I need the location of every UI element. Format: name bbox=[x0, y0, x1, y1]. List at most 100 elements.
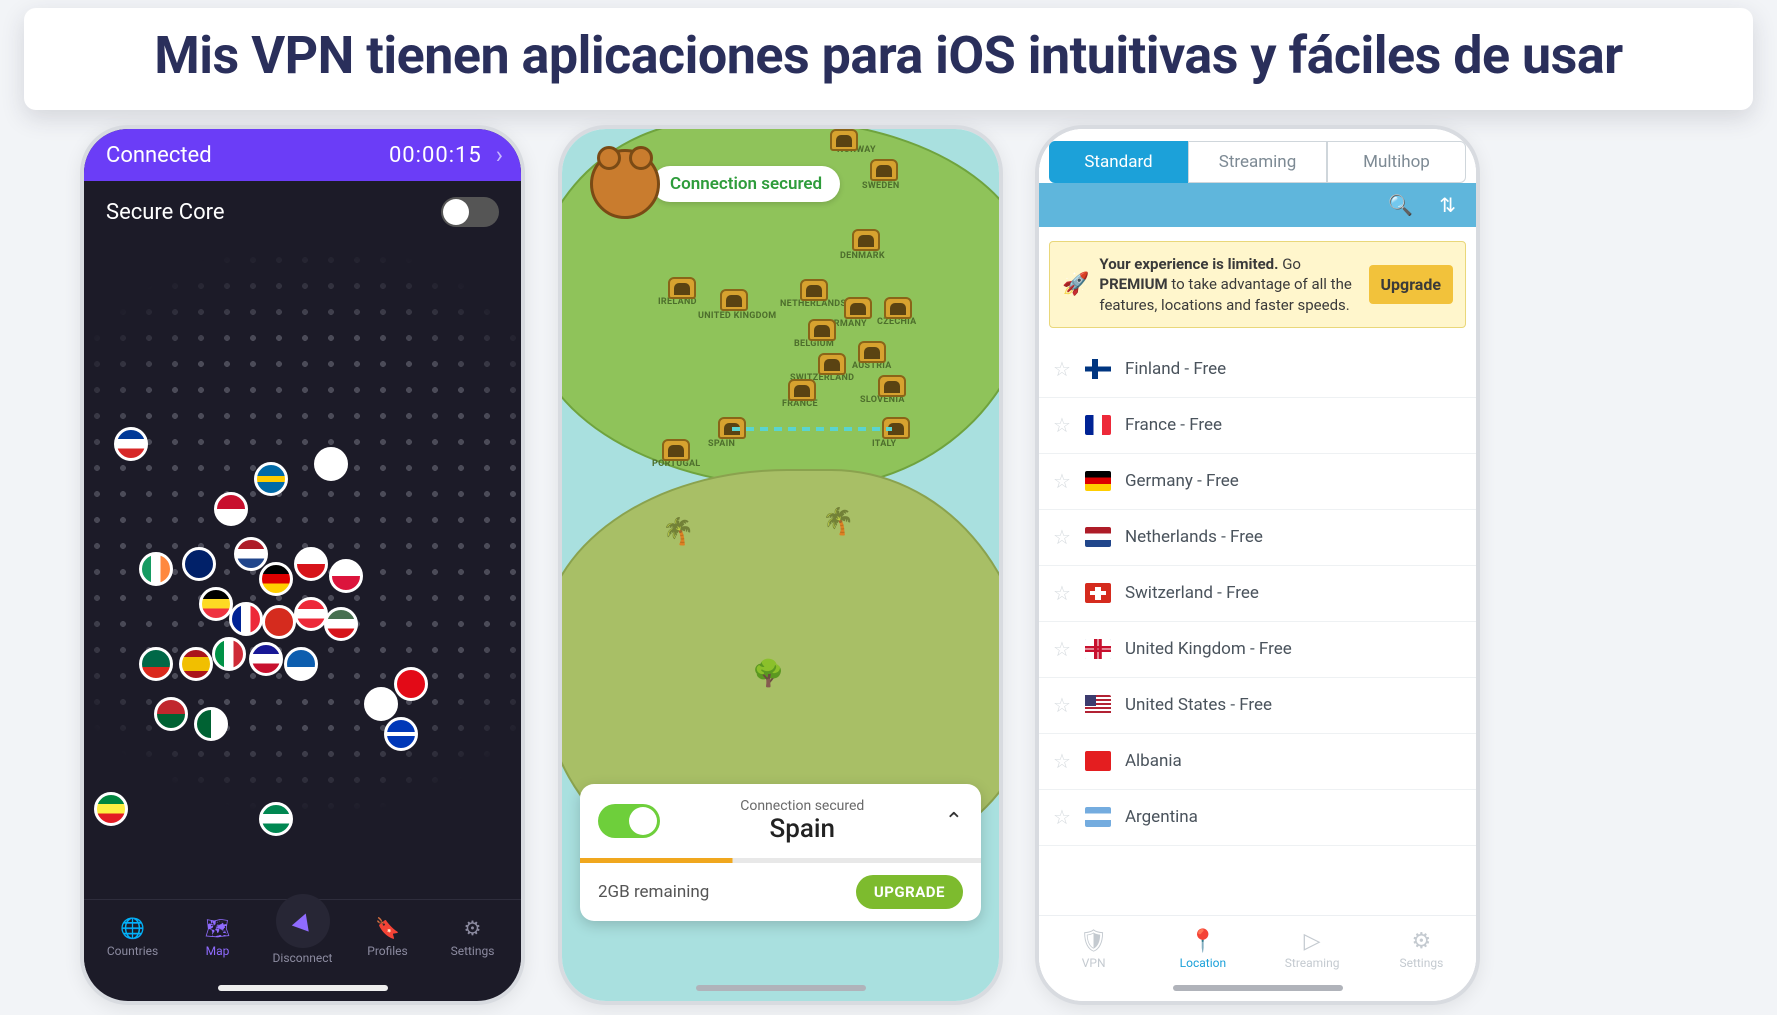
country-name: United States - Free bbox=[1125, 695, 1272, 715]
country-row[interactable]: ☆ United States - Free bbox=[1039, 678, 1476, 734]
card-country: Spain bbox=[676, 814, 929, 844]
server-pin[interactable] bbox=[294, 547, 328, 581]
upgrade-button[interactable]: Upgrade bbox=[1369, 265, 1454, 304]
server-pin[interactable] bbox=[394, 667, 428, 701]
connection-path bbox=[562, 129, 1002, 729]
nav-map[interactable]: 🗺 Map bbox=[175, 915, 260, 958]
server-pin[interactable] bbox=[179, 647, 213, 681]
server-pin[interactable] bbox=[329, 559, 363, 593]
tree-icon: 🌳 bbox=[752, 659, 784, 689]
bear-status: Connection secured bbox=[590, 149, 840, 219]
server-pin[interactable] bbox=[114, 427, 148, 461]
rocket-icon: 🚀 bbox=[1062, 272, 1089, 297]
server-pin[interactable] bbox=[259, 802, 293, 836]
headline-banner: Mis VPN tienen aplicaciones para iOS int… bbox=[24, 8, 1753, 110]
country-row[interactable]: ☆ United Kingdom - Free bbox=[1039, 622, 1476, 678]
server-pin[interactable] bbox=[254, 462, 288, 496]
favorite-star-icon[interactable]: ☆ bbox=[1053, 581, 1071, 605]
country-name: Germany - Free bbox=[1125, 471, 1239, 491]
country-name: France - Free bbox=[1125, 415, 1222, 435]
server-pin[interactable] bbox=[94, 792, 128, 826]
vpn-toggle[interactable] bbox=[598, 804, 660, 838]
shield-icon: 🛡 bbox=[1080, 929, 1108, 954]
server-pin[interactable] bbox=[214, 492, 248, 526]
country-name: Argentina bbox=[1125, 807, 1198, 827]
server-pin[interactable] bbox=[384, 717, 418, 751]
tab-multihop[interactable]: Multihop bbox=[1327, 141, 1466, 183]
server-pin[interactable] bbox=[139, 552, 173, 586]
country-row[interactable]: ☆ France - Free bbox=[1039, 398, 1476, 454]
favorite-star-icon[interactable]: ☆ bbox=[1053, 805, 1071, 829]
server-pin[interactable] bbox=[139, 647, 173, 681]
phone-locationlist: Standard Streaming Multihop 🔍 ⇅ 🚀 Your e… bbox=[1035, 125, 1480, 1005]
server-pin[interactable] bbox=[324, 607, 358, 641]
bookmark-icon: 🔖 bbox=[375, 915, 401, 941]
country-row[interactable]: ☆Finland - Free bbox=[1039, 342, 1476, 398]
country-row[interactable]: ☆ Argentina bbox=[1039, 790, 1476, 846]
server-map[interactable] bbox=[84, 247, 521, 919]
disconnect-button[interactable] bbox=[276, 894, 330, 948]
nav-countries[interactable]: 🌐 Countries bbox=[90, 915, 175, 958]
chevron-up-icon[interactable]: ⌃ bbox=[945, 809, 963, 834]
favorite-star-icon[interactable]: ☆ bbox=[1053, 693, 1071, 717]
server-pin[interactable] bbox=[314, 447, 348, 481]
home-indicator bbox=[696, 985, 866, 991]
country-row[interactable]: ☆Netherlands - Free bbox=[1039, 510, 1476, 566]
secure-core-row: Secure Core bbox=[84, 181, 521, 243]
premium-message: Your experience is limited. Go PREMIUM t… bbox=[1099, 254, 1358, 315]
favorite-star-icon[interactable]: ☆ bbox=[1053, 749, 1071, 773]
server-pin[interactable] bbox=[182, 547, 216, 581]
upgrade-button[interactable]: UPGRADE bbox=[856, 875, 963, 909]
country-name: United Kingdom - Free bbox=[1125, 639, 1292, 659]
chevron-right-icon: › bbox=[496, 141, 503, 169]
country-row[interactable]: ☆ Germany - Free bbox=[1039, 454, 1476, 510]
server-pin[interactable] bbox=[294, 597, 328, 631]
status-label: Connected bbox=[106, 143, 212, 168]
nav-vpn[interactable]: 🛡 VPN bbox=[1039, 929, 1148, 970]
server-pin[interactable] bbox=[364, 687, 398, 721]
location-pin-icon: 📍 bbox=[1189, 929, 1216, 954]
favorite-star-icon[interactable]: ☆ bbox=[1053, 413, 1071, 437]
server-pin[interactable] bbox=[249, 642, 283, 676]
gear-icon: ⚙ bbox=[460, 915, 486, 941]
country-list[interactable]: ☆Finland - Free☆France - Free☆Germany - … bbox=[1039, 342, 1476, 1001]
nav-streaming[interactable]: ▷ Streaming bbox=[1258, 929, 1367, 970]
home-indicator bbox=[1173, 985, 1343, 991]
server-pin[interactable] bbox=[234, 537, 268, 571]
server-pin[interactable] bbox=[259, 562, 293, 596]
flag-icon bbox=[1085, 639, 1111, 659]
search-icon[interactable]: 🔍 bbox=[1388, 193, 1413, 217]
server-pin[interactable] bbox=[194, 707, 228, 741]
connection-timer: 00:00:15 bbox=[389, 143, 482, 168]
sort-icon[interactable]: ⇅ bbox=[1439, 193, 1456, 217]
tab-standard[interactable]: Standard bbox=[1049, 141, 1188, 183]
connection-status-bar[interactable]: Connected 00:00:15 › bbox=[84, 129, 521, 181]
country-name: Albania bbox=[1125, 751, 1182, 771]
nav-location[interactable]: 📍 Location bbox=[1148, 929, 1257, 970]
tab-streaming[interactable]: Streaming bbox=[1188, 141, 1327, 183]
country-row[interactable]: ☆ Albania bbox=[1039, 734, 1476, 790]
nav-settings[interactable]: ⚙ Settings bbox=[430, 915, 515, 958]
server-pin[interactable] bbox=[199, 587, 233, 621]
secure-core-toggle[interactable] bbox=[441, 197, 499, 227]
gear-icon: ⚙ bbox=[1412, 929, 1432, 954]
server-pin[interactable] bbox=[262, 605, 296, 639]
favorite-star-icon[interactable]: ☆ bbox=[1053, 637, 1071, 661]
nav-profiles[interactable]: 🔖 Profiles bbox=[345, 915, 430, 958]
phone-protonvpn: Connected 00:00:15 › Secure Core bbox=[80, 125, 525, 1005]
home-indicator bbox=[218, 985, 388, 991]
favorite-star-icon[interactable]: ☆ bbox=[1053, 469, 1071, 493]
server-pin[interactable] bbox=[154, 697, 188, 731]
server-pin[interactable] bbox=[229, 602, 263, 636]
favorite-star-icon[interactable]: ☆ bbox=[1053, 357, 1071, 381]
country-row[interactable]: ☆Switzerland - Free bbox=[1039, 566, 1476, 622]
nav-settings[interactable]: ⚙ Settings bbox=[1367, 929, 1476, 970]
server-pin[interactable] bbox=[284, 647, 318, 681]
favorite-star-icon[interactable]: ☆ bbox=[1053, 525, 1071, 549]
globe-icon: 🌐 bbox=[120, 915, 146, 941]
card-subtitle: Connection secured bbox=[676, 798, 929, 814]
server-pin[interactable] bbox=[212, 637, 246, 671]
nav-disconnect[interactable]: Disconnect bbox=[260, 908, 345, 965]
bottom-nav: 🌐 Countries 🗺 Map Disconnect 🔖 Profiles … bbox=[84, 899, 521, 973]
flag-icon bbox=[1085, 583, 1111, 603]
